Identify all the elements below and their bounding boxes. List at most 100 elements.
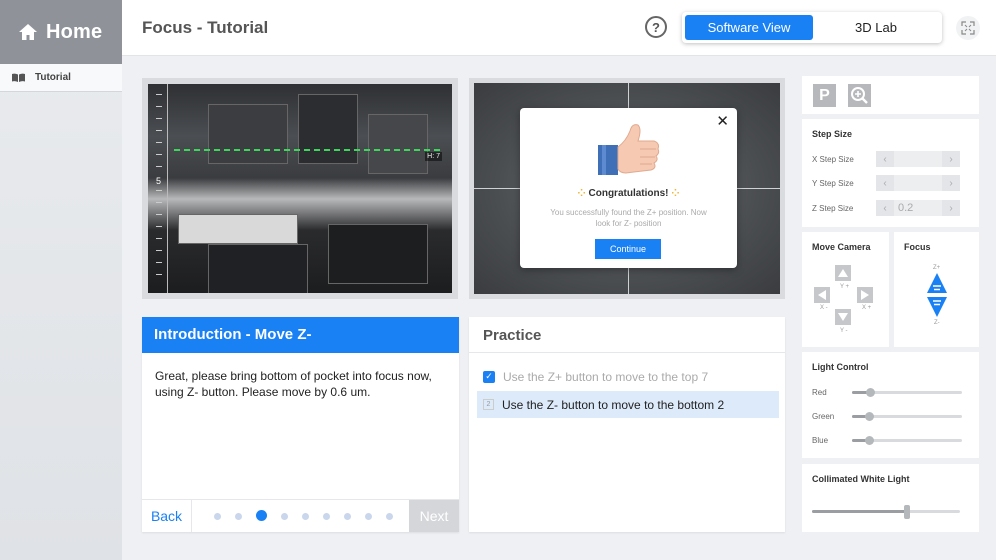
light-control-panel: Light Control Red Green Blue	[802, 352, 979, 458]
step-dot	[323, 513, 330, 520]
height-label: H: 7	[425, 152, 442, 161]
chevron-left-icon[interactable]: ‹	[876, 151, 894, 167]
blue-slider[interactable]	[852, 435, 962, 445]
y-step-label: Y Step Size	[812, 178, 854, 188]
chevron-left-icon[interactable]: ‹	[876, 175, 894, 191]
focus-guide-line	[174, 149, 440, 151]
thumbs-up-icon	[598, 124, 660, 175]
view-toggle: Software View 3D Lab	[682, 12, 942, 43]
z-step-row: Z Step Size ‹ 0.2 ›	[812, 200, 972, 216]
practice-panel: Practice ✓ Use the Z+ button to move to …	[469, 317, 785, 532]
chevron-left-icon[interactable]: ‹	[876, 200, 894, 216]
x-step-row: X Step Size ‹ ›	[812, 151, 972, 167]
intro-body: Great, please bring bottom of pocket int…	[155, 369, 432, 399]
sidebar-item-label: Tutorial	[35, 72, 71, 83]
sidebar: Home Tutorial	[0, 0, 122, 560]
close-icon[interactable]: ✕	[716, 112, 729, 130]
z-step-value[interactable]: 0.2	[894, 200, 942, 216]
page-title: Focus - Tutorial	[142, 18, 269, 37]
tab-software-view[interactable]: Software View	[685, 15, 813, 40]
x-plus-label: X +	[862, 305, 872, 311]
task-item[interactable]: ✓ Use the Z+ button to move to the top 7	[477, 363, 779, 390]
move-right-button[interactable]	[857, 287, 873, 303]
blue-label: Blue	[812, 435, 829, 445]
red-label: Red	[812, 387, 827, 397]
slider-knob[interactable]	[865, 411, 875, 421]
camera-overview-image: 5 H: 7	[148, 84, 452, 293]
step-dot	[386, 513, 393, 520]
task-item[interactable]: 2 Use the Z- button to move to the botto…	[477, 391, 779, 418]
next-button[interactable]: Next	[409, 500, 459, 532]
z-minus-label: Z-	[934, 320, 940, 326]
slider-knob[interactable]	[903, 504, 910, 519]
y-plus-label: Y +	[840, 284, 850, 290]
move-down-button[interactable]	[835, 309, 851, 325]
step-dot	[344, 513, 351, 520]
checkmark-icon: ✓	[483, 370, 495, 383]
z-minus-button[interactable]	[926, 296, 948, 318]
home-button[interactable]: Home	[0, 0, 122, 64]
step-dot	[235, 513, 242, 520]
book-icon	[12, 73, 25, 82]
light-control-title: Light Control	[812, 362, 869, 372]
tool-bar: P	[802, 76, 979, 114]
task-number: 2	[483, 399, 494, 410]
collimated-light-panel: Collimated White Light	[802, 464, 979, 532]
fullscreen-icon[interactable]	[956, 16, 980, 40]
home-icon	[19, 24, 37, 40]
task-label: Use the Z+ button to move to the top 7	[503, 369, 709, 384]
step-dot	[214, 513, 221, 520]
step-size-panel: Step Size X Step Size ‹ › Y Step Size ‹ …	[802, 119, 979, 227]
sidebar-item-tutorial[interactable]: Tutorial	[0, 64, 122, 92]
collimated-title: Collimated White Light	[812, 474, 910, 484]
green-label: Green	[812, 411, 835, 421]
collimated-slider[interactable]	[812, 504, 960, 519]
x-step-stepper: ‹ ›	[876, 151, 960, 167]
slider-knob[interactable]	[866, 387, 876, 397]
x-minus-label: X -	[820, 305, 828, 311]
intro-footer: Back Next	[142, 499, 459, 532]
continue-button[interactable]: Continue	[595, 239, 661, 259]
tab-3d-lab[interactable]: 3D Lab	[813, 15, 939, 40]
move-camera-panel: Move Camera Y + X - X + Y -	[802, 232, 889, 347]
header: Focus - Tutorial ? Software View 3D Lab	[122, 0, 996, 56]
z-plus-label: Z+	[933, 265, 941, 271]
help-icon[interactable]: ?	[645, 16, 667, 38]
move-left-button[interactable]	[814, 287, 830, 303]
camera-overview: 5 H: 7	[142, 78, 458, 299]
slider-knob[interactable]	[865, 435, 875, 445]
congrats-dialog: ✕ ⁘ Congratulations! ⁘ You successfully …	[520, 108, 737, 268]
p-button[interactable]: P	[813, 84, 836, 107]
y-step-row: Y Step Size ‹ ›	[812, 175, 972, 191]
congrats-message: You successfully found the Z+ position. …	[550, 208, 707, 228]
ruler-mark: 5	[156, 176, 162, 186]
move-up-button[interactable]	[835, 265, 851, 281]
home-label: Home	[46, 20, 103, 43]
step-dot	[365, 513, 372, 520]
z-plus-button[interactable]	[926, 272, 948, 294]
back-button[interactable]: Back	[142, 500, 192, 532]
y-step-value[interactable]	[894, 175, 942, 191]
focus-title: Focus	[904, 242, 931, 252]
red-row: Red	[812, 386, 972, 398]
x-step-value[interactable]	[894, 151, 942, 167]
z-step-label: Z Step Size	[812, 203, 854, 213]
zoom-in-icon[interactable]	[848, 84, 871, 107]
y-step-stepper: ‹ ›	[876, 175, 960, 191]
practice-title: Practice	[469, 317, 785, 353]
ruler: 5	[152, 84, 168, 293]
collimated-row	[812, 504, 972, 519]
green-slider[interactable]	[852, 411, 962, 421]
red-slider[interactable]	[852, 387, 962, 397]
intro-panel: Introduction - Move Z- Great, please bri…	[142, 317, 459, 532]
step-dot	[302, 513, 309, 520]
focus-panel: Focus Z+ Z-	[894, 232, 979, 347]
chevron-right-icon[interactable]: ›	[942, 200, 960, 216]
step-dot	[281, 513, 288, 520]
move-camera-title: Move Camera	[812, 242, 871, 252]
chevron-right-icon[interactable]: ›	[942, 175, 960, 191]
congrats-title: ⁘ Congratulations! ⁘	[577, 188, 680, 199]
chevron-right-icon[interactable]: ›	[942, 151, 960, 167]
task-label: Use the Z- button to move to the bottom …	[502, 397, 725, 412]
z-step-stepper: ‹ 0.2 ›	[876, 200, 960, 216]
